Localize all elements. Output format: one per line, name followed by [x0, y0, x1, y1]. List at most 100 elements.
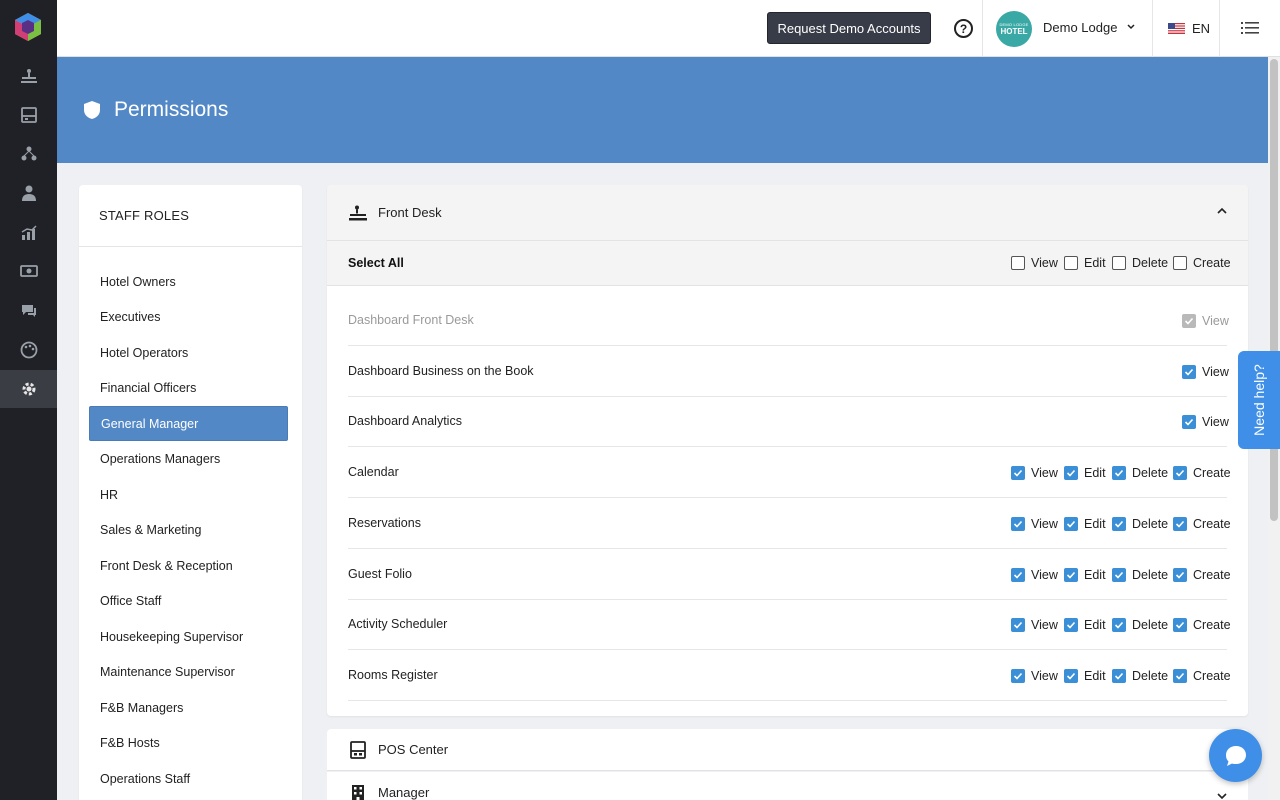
checked-checkbox-icon: [1011, 567, 1025, 582]
rail-finance[interactable]: [0, 252, 57, 290]
checked-checkbox-icon: [1173, 567, 1187, 582]
page-header: Permissions: [57, 57, 1268, 163]
chat-launcher-button[interactable]: [1209, 729, 1262, 782]
rail-settings[interactable]: [0, 370, 57, 408]
permission-create-checkbox[interactable]: Create: [1173, 668, 1231, 684]
staff-role-item[interactable]: Operations Staff: [89, 761, 288, 796]
need-help-tab[interactable]: Need help?: [1238, 351, 1280, 449]
checked-checkbox-icon: [1112, 668, 1126, 683]
list-menu-icon[interactable]: [1241, 20, 1259, 36]
permission-create-checkbox[interactable]: Create: [1173, 617, 1231, 633]
rail-analytics[interactable]: [0, 214, 57, 252]
rail-pos[interactable]: [0, 96, 57, 134]
staff-role-item[interactable]: Hotel Owners: [89, 264, 288, 299]
permission-view-checkbox[interactable]: View: [1011, 668, 1058, 684]
permission-delete-checkbox[interactable]: Delete: [1112, 617, 1168, 633]
permission-label: Delete: [1132, 618, 1169, 633]
permission-label: Edit: [1084, 466, 1106, 481]
permission-label: Edit: [1084, 256, 1106, 270]
staff-role-item[interactable]: Financial Officers: [89, 371, 288, 406]
permission-edit-checkbox[interactable]: Edit: [1064, 516, 1106, 532]
section-header[interactable]: Front Desk: [327, 185, 1248, 241]
staff-role-item[interactable]: F&B Hosts: [89, 726, 288, 761]
language-selector[interactable]: EN: [1192, 21, 1210, 36]
permission-view-checkbox[interactable]: View: [1011, 567, 1058, 583]
permission-view-checkbox: View: [1182, 313, 1229, 329]
checked-checkbox-icon: [1182, 415, 1196, 430]
checked-checkbox-icon: [1011, 618, 1025, 633]
staff-role-item[interactable]: Front Desk & Reception: [89, 548, 288, 583]
unchecked-checkbox-icon: [1173, 256, 1187, 270]
permission-row-name: Dashboard Front Desk: [348, 313, 474, 327]
permission-delete-checkbox[interactable]: Delete: [1112, 465, 1168, 481]
chevron-down-icon[interactable]: [1216, 790, 1228, 800]
permission-delete-checkbox[interactable]: Delete: [1112, 516, 1168, 532]
permission-create-checkbox[interactable]: Create: [1173, 465, 1231, 481]
staff-role-item[interactable]: Hotel Operators: [89, 335, 288, 370]
unchecked-checkbox-icon: [1064, 256, 1078, 270]
permission-delete-checkbox[interactable]: Delete: [1112, 668, 1168, 684]
staff-role-item[interactable]: Operations Managers: [89, 442, 288, 477]
staff-role-item[interactable]: F&B Managers: [89, 690, 288, 725]
hotel-avatar[interactable]: DEMO LODGE HOTEL: [996, 11, 1032, 47]
staff-role-item[interactable]: Executives: [89, 300, 288, 335]
permission-edit-checkbox[interactable]: Edit: [1064, 465, 1106, 481]
permission-create-checkbox[interactable]: Create: [1173, 255, 1231, 271]
permission-label: Delete: [1132, 668, 1169, 683]
staff-role-item[interactable]: Sales & Marketing: [89, 513, 288, 548]
permission-edit-checkbox[interactable]: Edit: [1064, 255, 1106, 271]
manager-icon: [21, 146, 36, 161]
permission-view-checkbox[interactable]: View: [1011, 255, 1058, 271]
app-logo-icon[interactable]: [14, 12, 42, 42]
section-pos-center[interactable]: POS Center: [327, 729, 1248, 771]
rail-messages[interactable]: [0, 292, 57, 330]
section-title: Front Desk: [378, 205, 442, 220]
help-icon[interactable]: ?: [954, 19, 973, 38]
hotel-avatar-large-text: HOTEL: [1000, 27, 1028, 36]
permission-view-checkbox[interactable]: View: [1011, 617, 1058, 633]
request-demo-accounts-button[interactable]: Request Demo Accounts: [767, 12, 931, 44]
hotel-selector[interactable]: Demo Lodge: [1043, 20, 1117, 35]
permission-edit-checkbox[interactable]: Edit: [1064, 567, 1106, 583]
permission-view-checkbox[interactable]: View: [1182, 364, 1229, 380]
chevron-down-icon[interactable]: [1126, 22, 1136, 32]
checked-checkbox-icon: [1173, 466, 1187, 481]
permission-delete-checkbox[interactable]: Delete: [1112, 567, 1168, 583]
rail-manager[interactable]: [0, 135, 57, 173]
staff-role-item[interactable]: General Manager: [89, 406, 288, 441]
permission-view-checkbox[interactable]: View: [1011, 465, 1058, 481]
permission-label: Edit: [1084, 516, 1106, 531]
permission-row-name: Activity Scheduler: [348, 617, 448, 632]
user-icon: [21, 185, 36, 201]
permission-row-name: Dashboard Business on the Book: [348, 363, 534, 378]
permission-edit-checkbox[interactable]: Edit: [1064, 668, 1106, 684]
rail-users[interactable]: [0, 174, 57, 212]
front-desk-icon: [349, 205, 367, 221]
staff-role-item[interactable]: Housekeeping Supervisor: [89, 619, 288, 654]
chevron-up-icon[interactable]: [1216, 205, 1228, 217]
staff-role-item[interactable]: Maintenance Supervisor: [89, 655, 288, 690]
permission-view-checkbox[interactable]: View: [1011, 516, 1058, 532]
rail-appearance[interactable]: [0, 331, 57, 369]
divider: [982, 0, 983, 57]
permission-row: Rooms Register View Edit Delete Create: [348, 650, 1231, 701]
checked-checkbox-icon: [1173, 618, 1187, 633]
us-flag-icon[interactable]: [1168, 23, 1185, 34]
section-manager[interactable]: Manager: [327, 772, 1248, 800]
permission-edit-checkbox[interactable]: Edit: [1064, 617, 1106, 633]
checked-checkbox-icon: [1064, 466, 1078, 481]
permission-label: View: [1031, 668, 1058, 683]
permission-create-checkbox[interactable]: Create: [1173, 516, 1231, 532]
rail-front-desk[interactable]: [0, 57, 57, 95]
permission-row-name: Reservations: [348, 515, 421, 530]
checked-checkbox-icon: [1112, 466, 1126, 481]
scrollbar-thumb[interactable]: [1270, 59, 1278, 521]
staff-role-item[interactable]: HR: [89, 477, 288, 512]
permission-view-checkbox[interactable]: View: [1182, 414, 1229, 430]
permission-delete-checkbox[interactable]: Delete: [1112, 255, 1168, 271]
permission-create-checkbox[interactable]: Create: [1173, 567, 1231, 583]
permission-row: Activity Scheduler View Edit Delete Create: [348, 599, 1231, 651]
staff-role-item[interactable]: Office Staff: [89, 584, 288, 619]
permission-label: View: [1031, 256, 1058, 270]
permission-row: Dashboard Front Desk View: [348, 295, 1229, 346]
